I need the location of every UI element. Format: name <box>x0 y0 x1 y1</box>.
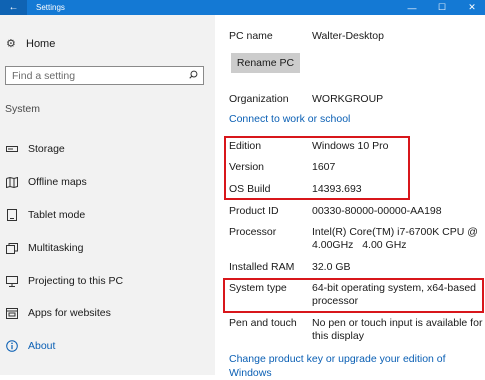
close-button[interactable]: ✕ <box>457 0 485 15</box>
sidebar-item-label: About <box>28 340 56 352</box>
product-id-label: Product ID <box>229 205 279 217</box>
sidebar-item-tablet-mode[interactable]: Tablet mode <box>5 209 85 221</box>
gear-icon: ⚙ <box>6 38 16 50</box>
info-row-installed-ram: Installed RAM 32.0 GB <box>229 261 485 274</box>
pen-and-touch-label: Pen and touch <box>229 317 297 329</box>
pen-and-touch-value: No pen or touch input is available for t… <box>312 317 483 342</box>
highlight-box-system-type <box>223 278 484 313</box>
close-icon: ✕ <box>468 2 476 12</box>
section-label-system: System <box>5 103 41 115</box>
sidebar-item-apps-for-websites[interactable]: Apps for websites <box>5 307 111 319</box>
sidebar-item-label: Multitasking <box>28 242 84 254</box>
apps-icon <box>5 307 19 319</box>
sidebar-item-label: Projecting to this PC <box>28 275 124 287</box>
back-button[interactable]: ← <box>0 0 27 15</box>
pc-name-value: Walter-Desktop <box>312 30 384 42</box>
projecting-icon <box>5 275 19 287</box>
home-label: Home <box>26 37 56 50</box>
maximize-button[interactable]: ☐ <box>427 0 457 15</box>
change-product-key-link[interactable]: Change product key or upgrade your editi… <box>229 352 469 380</box>
multitasking-icon <box>5 242 19 254</box>
sidebar-item-projecting[interactable]: Projecting to this PC <box>5 275 123 287</box>
sidebar: ⚙ Home Find a setting System Storage Off… <box>0 15 215 375</box>
sidebar-item-multitasking[interactable]: Multitasking <box>5 242 83 254</box>
search-placeholder: Find a setting <box>12 70 76 82</box>
search-box[interactable]: Find a setting <box>5 66 204 85</box>
product-id-value: 00330-80000-00000-AA198 <box>312 205 442 217</box>
processor-label: Processor <box>229 226 277 238</box>
installed-ram-label: Installed RAM <box>229 261 295 273</box>
installed-ram-value: 32.0 GB <box>312 261 351 273</box>
rename-pc-button[interactable]: Rename PC <box>231 53 300 73</box>
organization-label: Organization <box>229 93 289 105</box>
info-row-organization: Organization WORKGROUP <box>229 93 485 106</box>
info-row-pen-and-touch: Pen and touch No pen or touch input is a… <box>229 317 485 343</box>
pc-name-label: PC name <box>229 30 273 42</box>
highlight-box-edition-version-build <box>224 136 410 200</box>
sidebar-item-label: Apps for websites <box>28 307 111 319</box>
organization-value: WORKGROUP <box>312 93 384 105</box>
info-row-processor: Processor Intel(R) Core(TM) i7-6700K CPU… <box>229 226 485 252</box>
sidebar-item-offline-maps[interactable]: Offline maps <box>5 176 87 188</box>
sidebar-item-label: Tablet mode <box>28 209 86 221</box>
title-bar: ← Settings — ☐ ✕ <box>0 0 485 15</box>
sidebar-item-about[interactable]: About <box>5 340 55 352</box>
sidebar-item-label: Storage <box>28 143 65 155</box>
home-nav-item[interactable]: ⚙ Home <box>6 37 56 51</box>
search-icon <box>189 70 198 79</box>
maximize-icon: ☐ <box>437 2 447 12</box>
minimize-icon: — <box>407 2 417 13</box>
window-title: Settings <box>36 3 65 12</box>
processor-value: Intel(R) Core(TM) i7-6700K CPU @ 4.00GHz… <box>312 226 481 251</box>
tablet-icon <box>5 209 19 221</box>
info-icon <box>5 340 19 352</box>
about-content: PC name Walter-Desktop Rename PC Organiz… <box>215 15 485 379</box>
info-row-product-id: Product ID 00330-80000-00000-AA198 <box>229 205 485 218</box>
info-row-pc-name: PC name Walter-Desktop <box>229 30 485 43</box>
sidebar-item-label: Offline maps <box>28 176 87 188</box>
map-icon <box>5 176 19 188</box>
back-arrow-icon: ← <box>8 1 19 13</box>
sidebar-item-storage[interactable]: Storage <box>5 143 65 155</box>
connect-to-work-link[interactable]: Connect to work or school <box>229 112 350 126</box>
minimize-button[interactable]: — <box>397 0 427 15</box>
storage-icon <box>5 143 19 155</box>
